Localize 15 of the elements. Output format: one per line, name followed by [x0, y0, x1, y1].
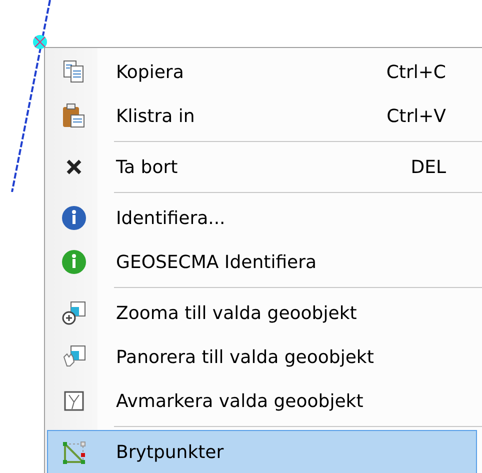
zoom-in-icon [60, 299, 88, 327]
shortcut-label: Ctrl+V [386, 106, 446, 126]
menu-item[interactable]: Klistra in Ctrl+V [47, 94, 482, 138]
menu-item[interactable]: Brytpunkter [47, 430, 477, 473]
menu-item[interactable]: GEOSECMA Identifiera [47, 240, 482, 284]
menu-item[interactable]: Avmarkera valda geoobjekt [47, 379, 482, 423]
menu-item[interactable]: Panorera till valda geoobjekt [47, 335, 482, 379]
menu-item[interactable]: Kopiera Ctrl+C [47, 50, 482, 94]
info-icon [60, 204, 88, 232]
info-icon [60, 248, 88, 276]
menu-item[interactable]: Zooma till valda geoobjekt [47, 291, 482, 335]
menu-item[interactable]: Identifiera... [47, 196, 482, 240]
shortcut-label: Ctrl+C [385, 62, 446, 82]
shortcut-label: DEL [410, 156, 446, 178]
menu-item[interactable]: Ta bort DEL [47, 145, 482, 189]
